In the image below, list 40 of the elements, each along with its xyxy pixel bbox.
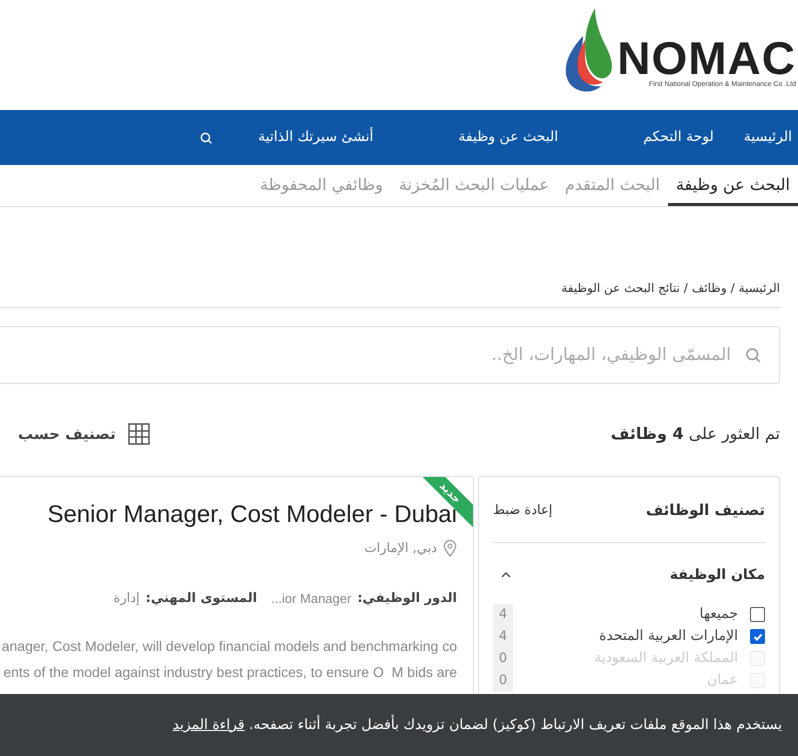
section-title: مكان الوظيفة (670, 566, 765, 584)
job-location: دبي, الإمارات (364, 540, 437, 558)
breadcrumb-link[interactable]: وظائف (692, 279, 727, 297)
nav-link[interactable]: أنشئ سيرتك الذاتية (258, 127, 374, 148)
chevron-icon[interactable] (501, 571, 511, 579)
sort-label[interactable]: تصنيف حسب (18, 422, 116, 446)
cookie-message: يستخدم هذا الموقع ملفات تعريف الارتباط (كوكيز) لضمان تزويدك بأفضل تجربة أثناء تصفحه. قراءة المزيد (172, 714, 782, 734)
level-label: المستوى المهني: (146, 590, 258, 608)
filter-option-label[interactable]: الإمارات العربية المتحدة (513, 626, 738, 647)
job-description-line: anager, Cost Modeler, will develop financial models and benchmarking co (0, 637, 457, 656)
breadcrumb-separator: / (684, 280, 688, 297)
results-count: تم العثور على 4 وظائف (610, 423, 780, 445)
reset-link[interactable]: إعادة ضبط (493, 500, 552, 520)
search-icon (744, 346, 762, 364)
breadcrumb-separator: / (730, 280, 735, 297)
role-label: الدور الوظيفي: (357, 590, 457, 608)
tab[interactable]: البحث عن وظيفة (668, 173, 798, 206)
logo-wordmark: NOMAC (617, 36, 796, 80)
filter-count: 0 (493, 670, 513, 692)
filter-count: 4 (493, 626, 513, 648)
nav-link[interactable]: لوحة التحكم (643, 127, 714, 148)
read-more-link[interactable]: قراءة المزيد (172, 716, 245, 732)
role-value: ...ior Manager (271, 590, 352, 608)
check-icon (752, 632, 762, 642)
breadcrumb-link[interactable]: الرئيسية (738, 279, 780, 297)
breadcrumb-current: نتائج البحث عن الوظيفة (561, 280, 680, 297)
nav-link[interactable]: البحث عن وظيفة (458, 127, 558, 148)
filter-title: تصنيف الوظائف (646, 500, 765, 521)
search-field[interactable]: المسمّى الوظيفي، المهارات، الخ.. (0, 326, 780, 384)
location-pin-icon (443, 540, 457, 558)
filter-count: 0 (493, 648, 513, 670)
job-description-line: ents of the model against industry best practices, to ensure O M bids are (2, 663, 457, 682)
filter-count: 4 (493, 604, 513, 626)
grid-icon[interactable] (128, 423, 150, 445)
filter-option-label[interactable]: جميعها (513, 604, 738, 625)
level-value: إدارة (114, 590, 140, 608)
filter-checkbox[interactable] (750, 629, 765, 644)
search-icon[interactable] (199, 130, 214, 144)
nav-link[interactable]: الرئيسية (744, 127, 792, 148)
filter-checkbox[interactable] (750, 607, 765, 622)
